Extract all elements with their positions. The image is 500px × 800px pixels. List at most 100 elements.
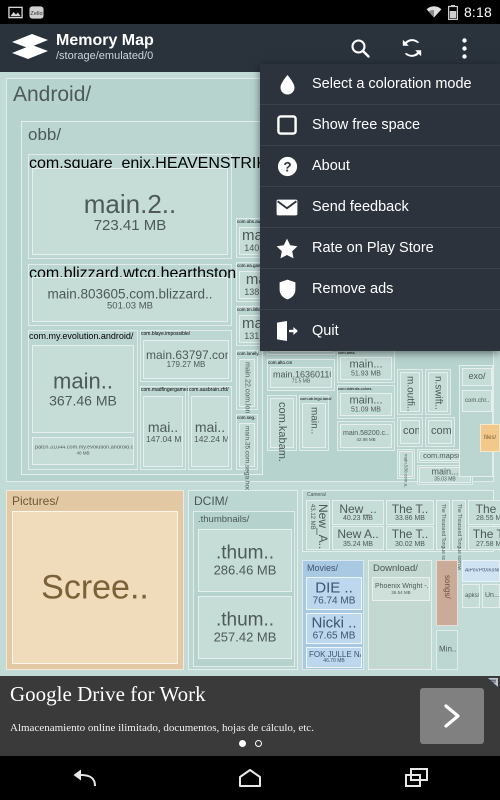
treemap-cell[interactable]: com.my.evolution.android/ main.. 367.46 … xyxy=(28,330,138,470)
treemap-group-download[interactable]: Download/ Phoenix Wright -.. 36.54 MB xyxy=(368,560,432,670)
cell-label: main... 51.93 MB xyxy=(349,358,383,378)
treemap-cell[interactable]: Phoenix Wright -.. 36.54 MB xyxy=(372,577,430,601)
menu-item-about[interactable]: ? About xyxy=(260,146,500,187)
cell-package: com.madfingergames. xyxy=(141,387,191,393)
treemap-cell[interactable]: The .. 28.55 MB xyxy=(468,500,500,525)
cell-label: com.. xyxy=(403,426,419,438)
envelope-icon xyxy=(274,194,300,220)
treemap-cell[interactable]: AiPoVPtfXKoNMLf.. xyxy=(462,560,500,582)
treemap-cell[interactable]: n.swift.. xyxy=(425,369,451,415)
treemap-cell[interactable]: Nicki .. 67.65 MB xyxy=(306,613,362,644)
treemap-group-songs[interactable]: songs/ xyxy=(436,560,458,626)
menu-item-remove-ads[interactable]: Remove ads xyxy=(260,269,500,310)
cell-label: New_A.. xyxy=(316,504,330,550)
menu-item-coloration-mode[interactable]: Select a coloration mode xyxy=(260,64,500,105)
ad-dot-active[interactable] xyxy=(238,740,246,747)
treemap-cell[interactable]: New_A.. 43.12 MB xyxy=(306,500,330,550)
cell-label: New_.. 40.23 MB xyxy=(339,502,377,523)
treemap-cell[interactable]: main.530.com.a.. xyxy=(397,449,415,489)
battery-icon xyxy=(447,4,458,20)
group-label-download: Download/ xyxy=(373,563,418,574)
system-nav-bar xyxy=(0,756,500,800)
treemap-cell[interactable]: com.lonely.. main.22.com.lon. xyxy=(236,350,261,415)
treemap-cell[interactable]: com.chr.. xyxy=(462,390,492,412)
treemap-group-dcim[interactable]: DCIM/ .thumbnails/ .thum.. 286.46 MB .th… xyxy=(188,490,298,670)
treemap-cell[interactable]: com.seg.. main.35.com.sega.hod.o.. xyxy=(236,414,258,501)
ad-banner[interactable]: Google Drive for Work Almacenamiento onl… xyxy=(0,676,500,756)
recents-icon xyxy=(404,768,428,787)
group-label-android: Android/ xyxy=(13,83,92,106)
cell-label: main.58200.c.. 42.98 MB xyxy=(343,429,389,442)
treemap-cell[interactable]: FOK JULLE NA.. 46.70 MB xyxy=(306,647,362,668)
treemap-cell[interactable]: exo/ xyxy=(462,368,492,386)
treemap-cell[interactable]: com.. xyxy=(425,417,455,447)
treemap-cell[interactable]: .thum.. 257.42 MB xyxy=(198,596,292,659)
treemap-cell[interactable]: com.ausbrain.zfd/ mai.. 142.24 MB xyxy=(188,386,232,470)
ad-cta-button[interactable] xyxy=(420,688,484,744)
treemap-cell[interactable]: com.blaye.impossible/ main.63797.com... … xyxy=(140,330,232,382)
treemap-cell[interactable]: com.ama. main... 51.93 MB xyxy=(337,349,395,383)
status-clock: 8:18 xyxy=(463,4,492,20)
treemap-cell[interactable]: main.58200.c.. 42.98 MB xyxy=(337,421,395,451)
treemap-cell[interactable]: New_.. 40.23 MB xyxy=(332,500,384,525)
treemap-group-camera[interactable]: Camera/ New_A.. 43.12 MB New_.. 40.23 MB… xyxy=(302,490,500,570)
treemap-group-exo[interactable]: exo/ com.chr.. xyxy=(459,365,493,477)
ad-choices-icon[interactable] xyxy=(487,677,499,688)
treemap-cell-files[interactable]: files/ xyxy=(480,424,500,452)
treemap-cell[interactable]: Un... xyxy=(482,584,500,608)
treemap-group-thumbnails[interactable]: .thumbnails/ .thum.. 286.46 MB .thum.. 2… xyxy=(193,511,295,667)
cell-label: Scree.. xyxy=(41,569,149,606)
cell-label: main.63797.com... 179.27 MB xyxy=(146,348,228,370)
cell-label: n.swift.. xyxy=(432,376,444,410)
treemap-group-obb[interactable]: obb/ com.square_enix.HEAVENSTRIKERIVALS_… xyxy=(21,121,377,501)
treemap-cell[interactable]: The Thousand Tongue sorrow xyxy=(436,500,450,570)
ad-dot[interactable] xyxy=(254,740,262,747)
treemap-cell[interactable]: com.alto.cm main.1636011023.. 71.5 MB xyxy=(267,359,335,391)
menu-item-rate-play-store[interactable]: Rate on Play Store xyxy=(260,228,500,269)
treemap-group-movies[interactable]: Movies/ DIE .. 76.74 MB Nicki .. 67.65 M… xyxy=(302,560,364,670)
treemap-cell[interactable]: com.blizzard.wtcg.hearthstone/ main.8036… xyxy=(28,264,250,326)
treemap-cell[interactable]: com.madfingergames. mai.. 147.04 MB xyxy=(140,386,191,470)
treemap-cell[interactable]: com.ab.lego.land/ main.. xyxy=(299,395,332,451)
group-label-pictures: Pictures/ xyxy=(12,494,59,508)
chevron-right-icon xyxy=(444,704,460,728)
treemap-cell[interactable]: com.square_enix.HEAVENSTRIKERIVALS_WW/ m… xyxy=(28,154,377,259)
treemap-cell[interactable]: .thum.. 286.46 MB xyxy=(198,529,292,592)
treemap-cell[interactable]: Min... xyxy=(436,630,458,670)
cell-label: mai.. 147.04 MB xyxy=(146,419,182,444)
home-button[interactable] xyxy=(220,756,280,800)
treemap-cell[interactable]: DIE .. 76.74 MB xyxy=(306,577,362,610)
status-right: 8:18 xyxy=(426,4,492,20)
treemap-cell[interactable]: The T.. 27.58 MB xyxy=(468,526,500,550)
cell-package: com.my.evolution.android/ xyxy=(29,331,134,341)
recents-button[interactable] xyxy=(387,756,447,800)
back-button[interactable] xyxy=(53,756,113,800)
wifi-icon xyxy=(426,6,442,18)
treemap-cell[interactable]: com.laterals.colors. main... 51.09 MB xyxy=(337,385,395,419)
cell-package: com.ausbrain.zfd/ xyxy=(189,387,229,393)
ad-title: Google Drive for Work xyxy=(10,682,206,706)
treemap-cell[interactable]: Scree.. xyxy=(12,511,178,664)
cell-package: com.ab.lego.land/ xyxy=(300,396,332,401)
cell-size: 43.12 MB xyxy=(309,504,315,530)
treemap-group-pictures[interactable]: Pictures/ Scree.. xyxy=(6,490,184,670)
menu-item-show-free-space[interactable]: Show free space xyxy=(260,105,500,146)
cell-label: com.chr.. xyxy=(465,397,490,404)
treemap-cell[interactable]: The T.. 30.02 MB xyxy=(386,526,434,550)
menu-item-send-feedback[interactable]: Send feedback xyxy=(260,187,500,228)
cell-label: The T.. 30.02 MB xyxy=(391,527,429,548)
cell-label: main.22.com.lon. xyxy=(243,362,251,416)
refresh-icon xyxy=(402,39,422,57)
overflow-menu[interactable]: Select a coloration mode Show free space… xyxy=(260,64,500,351)
menu-item-quit[interactable]: Quit xyxy=(260,310,500,351)
cell-label: com.. xyxy=(431,426,451,438)
page-title: Memory Map xyxy=(56,32,154,50)
treemap-cell[interactable]: apks/ xyxy=(462,584,480,608)
cell-label: patch.31044.com.my.evolution.android.obb… xyxy=(35,445,133,456)
treemap-cell[interactable]: The T.. 33.86 MB xyxy=(386,500,434,525)
treemap-cell[interactable]: m.outfi.. xyxy=(397,369,423,415)
treemap-cell[interactable]: The Thousand Tongue sorrow xyxy=(452,500,466,570)
treemap-cell[interactable]: New A.. 35.24 MB xyxy=(332,526,384,550)
treemap-cell[interactable]: com.kabam. xyxy=(267,395,297,462)
treemap-cell[interactable]: com.. xyxy=(397,417,423,447)
